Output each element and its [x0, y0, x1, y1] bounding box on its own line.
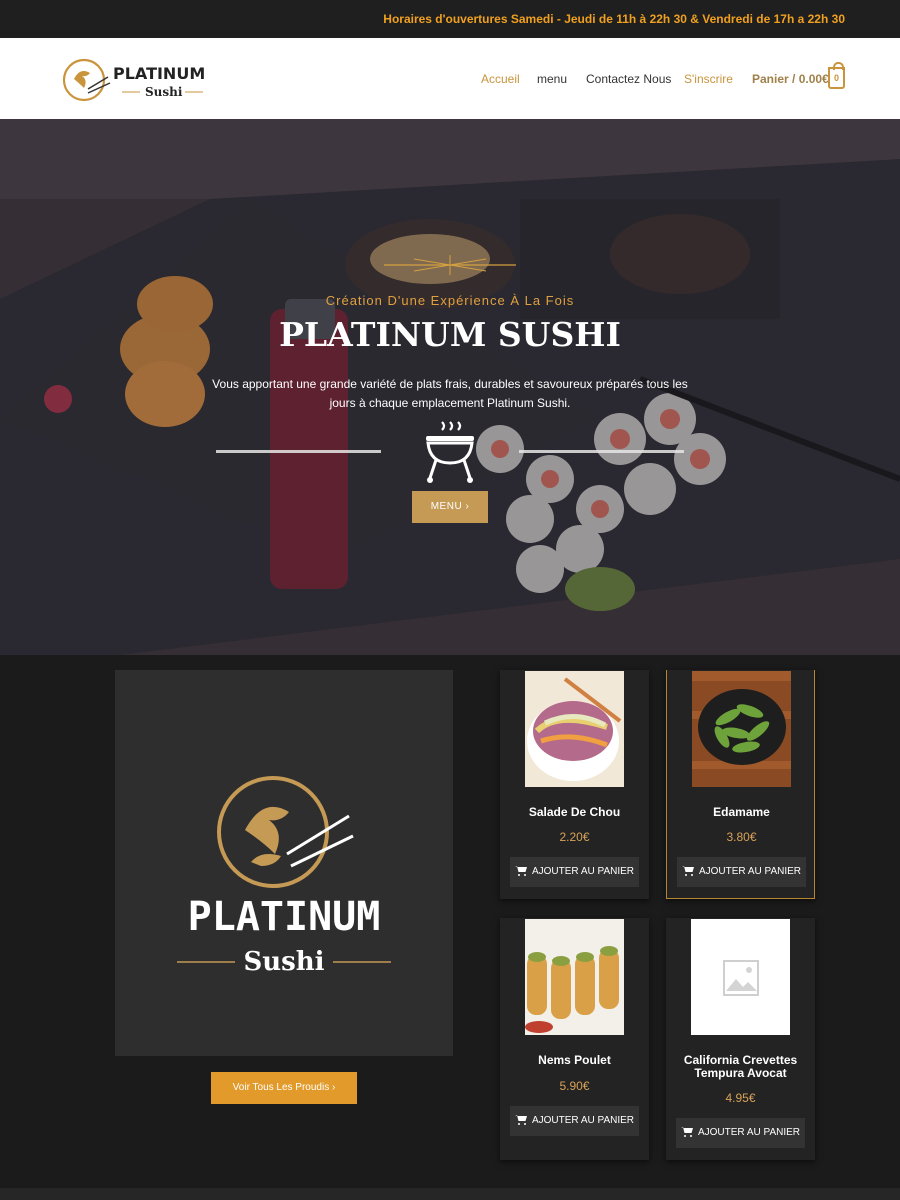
cart-icon — [680, 1127, 693, 1138]
nav-accueil[interactable]: Accueil — [481, 72, 520, 86]
logo-subtext: Sushi — [145, 85, 183, 99]
nav-menu[interactable]: menu — [537, 72, 567, 86]
big-logo-text: PLATINUM — [188, 894, 381, 940]
product-image-salade[interactable] — [525, 671, 624, 787]
nav-contact[interactable]: Contactez Nous — [586, 72, 671, 86]
placeholder-image-icon[interactable] — [691, 919, 790, 1035]
opening-hours: Horaires d'ouvertures Samedi - Jeudi de … — [383, 12, 845, 26]
hero-title: PLATINUM SUSHI — [279, 315, 621, 354]
product-name[interactable]: Nems Poulet — [505, 1054, 644, 1067]
cart-link[interactable]: Panier / 0.00€ — [752, 72, 829, 86]
hero-divider-left — [216, 450, 381, 453]
hero-ornament-icon — [384, 255, 516, 275]
product-name[interactable]: Salade De Chou — [505, 806, 644, 819]
hero-banner: Création D'une Expérience À La Fois PLAT… — [0, 119, 900, 655]
product-price: 3.80€ — [726, 830, 757, 844]
view-all-products-button[interactable]: Voir Tous Les Proudis › — [211, 1072, 357, 1104]
top-bar: Horaires d'ouvertures Samedi - Jeudi de … — [0, 0, 900, 38]
hero-subtitle: Création D'une Expérience À La Fois — [325, 293, 575, 308]
product-card: Edamame 3.80€ AJOUTER AU PANIER — [666, 670, 815, 899]
hero-menu-button[interactable]: MENU › — [412, 491, 488, 523]
hero-menu-label: MENU — [430, 501, 463, 512]
add-to-cart-label: AJOUTER AU PANIER — [697, 1127, 801, 1138]
hero-description: Vous apportant une grande variété de pla… — [212, 377, 688, 410]
view-all-label: Voir Tous Les Proudis — [232, 1082, 330, 1093]
add-to-cart-button[interactable]: AJOUTER AU PANIER — [677, 857, 806, 887]
add-to-cart-button[interactable]: AJOUTER AU PANIER — [676, 1118, 805, 1148]
big-logo-subtext: Sushi — [243, 947, 324, 977]
add-to-cart-label: AJOUTER AU PANIER — [531, 1115, 635, 1126]
cart-icon — [514, 866, 527, 877]
nav-register[interactable]: S'inscrire — [684, 72, 733, 86]
header: PLATINUM Sushi Accueil menu Contactez No… — [0, 38, 900, 119]
footer-edge — [0, 1188, 900, 1200]
site-logo[interactable]: PLATINUM Sushi — [60, 55, 210, 105]
product-price: 4.95€ — [725, 1091, 756, 1105]
product-name[interactable]: Edamame — [672, 806, 811, 819]
product-card: Nems Poulet 5.90€ AJOUTER AU PANIER — [500, 918, 649, 1160]
hero-divider-right — [519, 450, 684, 453]
platinum-sushi-logo: PLATINUM Sushi — [177, 776, 391, 977]
product-image-edamame[interactable] — [692, 671, 791, 787]
product-image-nems[interactable] — [525, 919, 624, 1035]
logo-text: PLATINUM — [113, 64, 205, 83]
cart-count: 0 — [833, 73, 839, 83]
product-card: Salade De Chou 2.20€ AJOUTER AU PANIER — [500, 670, 649, 899]
add-to-cart-label: AJOUTER AU PANIER — [698, 866, 802, 877]
product-price: 2.20€ — [559, 830, 590, 844]
brand-panel: PLATINUM Sushi — [115, 670, 453, 1056]
cart-bag-icon[interactable]: 0 — [828, 62, 845, 89]
cart-icon — [681, 866, 694, 877]
grill-icon — [426, 421, 474, 483]
add-to-cart-label: AJOUTER AU PANIER — [531, 866, 635, 877]
product-name[interactable]: California Crevettes Tempura Avocat — [671, 1054, 810, 1080]
add-to-cart-button[interactable]: AJOUTER AU PANIER — [510, 857, 639, 887]
product-card: California Crevettes Tempura Avocat 4.95… — [666, 918, 815, 1160]
add-to-cart-button[interactable]: AJOUTER AU PANIER — [510, 1106, 639, 1136]
cart-icon — [514, 1115, 527, 1126]
product-price: 5.90€ — [559, 1079, 590, 1093]
